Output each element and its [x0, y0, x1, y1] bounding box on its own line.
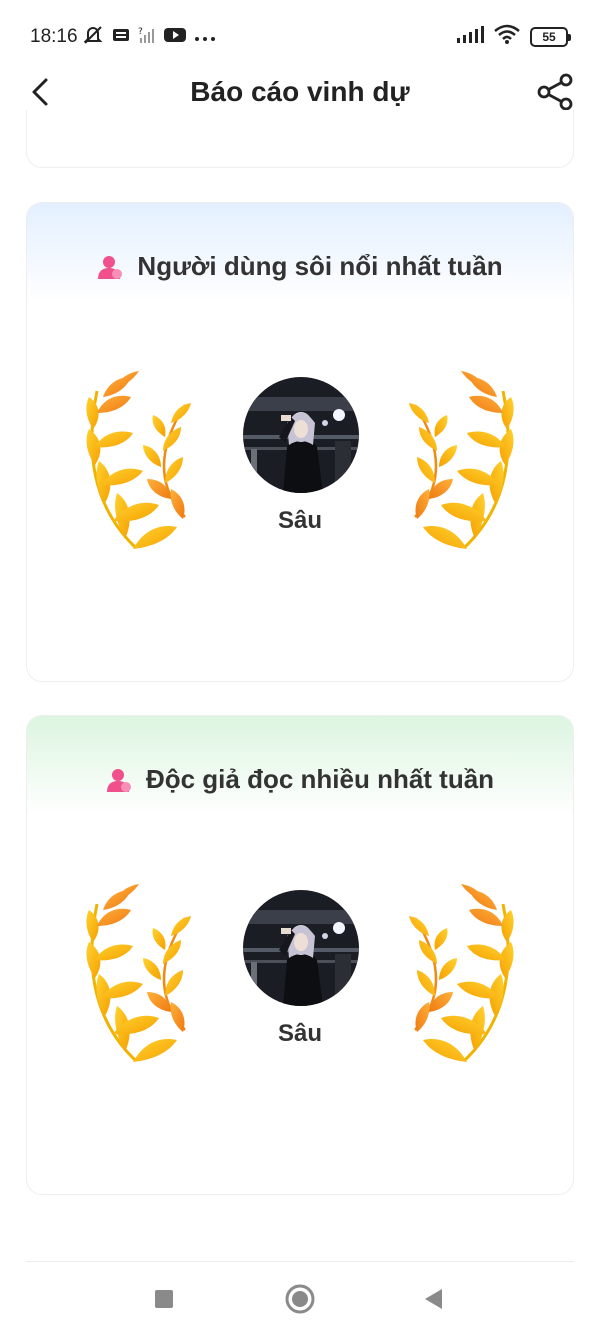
wifi-icon	[494, 24, 520, 49]
signal-icon	[456, 24, 484, 49]
avatar[interactable]	[243, 890, 359, 1006]
status-icons-left: ?	[82, 24, 216, 51]
no-signal-icon: ?	[138, 26, 156, 49]
avatar[interactable]	[243, 377, 359, 493]
back-triangle-icon	[425, 1289, 442, 1309]
award-card-active-user: Người dùng sôi nổi nhất tuần Sâu	[26, 202, 574, 682]
recents-square-icon	[155, 1290, 173, 1308]
share-icon	[537, 73, 573, 111]
user-icon	[97, 254, 123, 280]
winner-name: Sâu	[277, 507, 322, 534]
system-nav-bar	[0, 1262, 600, 1333]
status-icons-right: 55	[456, 24, 571, 49]
page-title: Báo cáo vinh dự	[190, 76, 410, 107]
recents-button[interactable]	[147, 1282, 181, 1316]
youtube-icon	[164, 27, 186, 48]
card-title: Độc giả đọc nhiều nhất tuần	[145, 764, 495, 794]
home-circle-icon	[285, 1284, 315, 1314]
award-card-top-reader: Độc giả đọc nhiều nhất tuần Sâu	[26, 715, 574, 1195]
user-icon	[106, 767, 132, 793]
home-button[interactable]	[283, 1282, 317, 1316]
share-button[interactable]	[536, 72, 576, 112]
card-title: Người dùng sôi nổi nhất tuần	[137, 251, 503, 281]
mute-icon	[82, 24, 104, 51]
winner-name: Sâu	[277, 1020, 322, 1047]
battery-icon: 55	[530, 26, 571, 47]
previous-card	[26, 110, 574, 168]
svg-text:?: ?	[138, 27, 143, 37]
award-display: Sâu	[27, 884, 573, 1074]
card-title-row: Độc giả đọc nhiều nhất tuần	[27, 764, 573, 795]
card-title-row: Người dùng sôi nổi nhất tuần	[27, 251, 573, 282]
award-display: Sâu	[27, 371, 573, 561]
more-icon	[194, 29, 216, 47]
sim-icon	[112, 27, 130, 48]
status-time: 18:16	[30, 26, 78, 47]
nav-back-button[interactable]	[417, 1282, 451, 1316]
